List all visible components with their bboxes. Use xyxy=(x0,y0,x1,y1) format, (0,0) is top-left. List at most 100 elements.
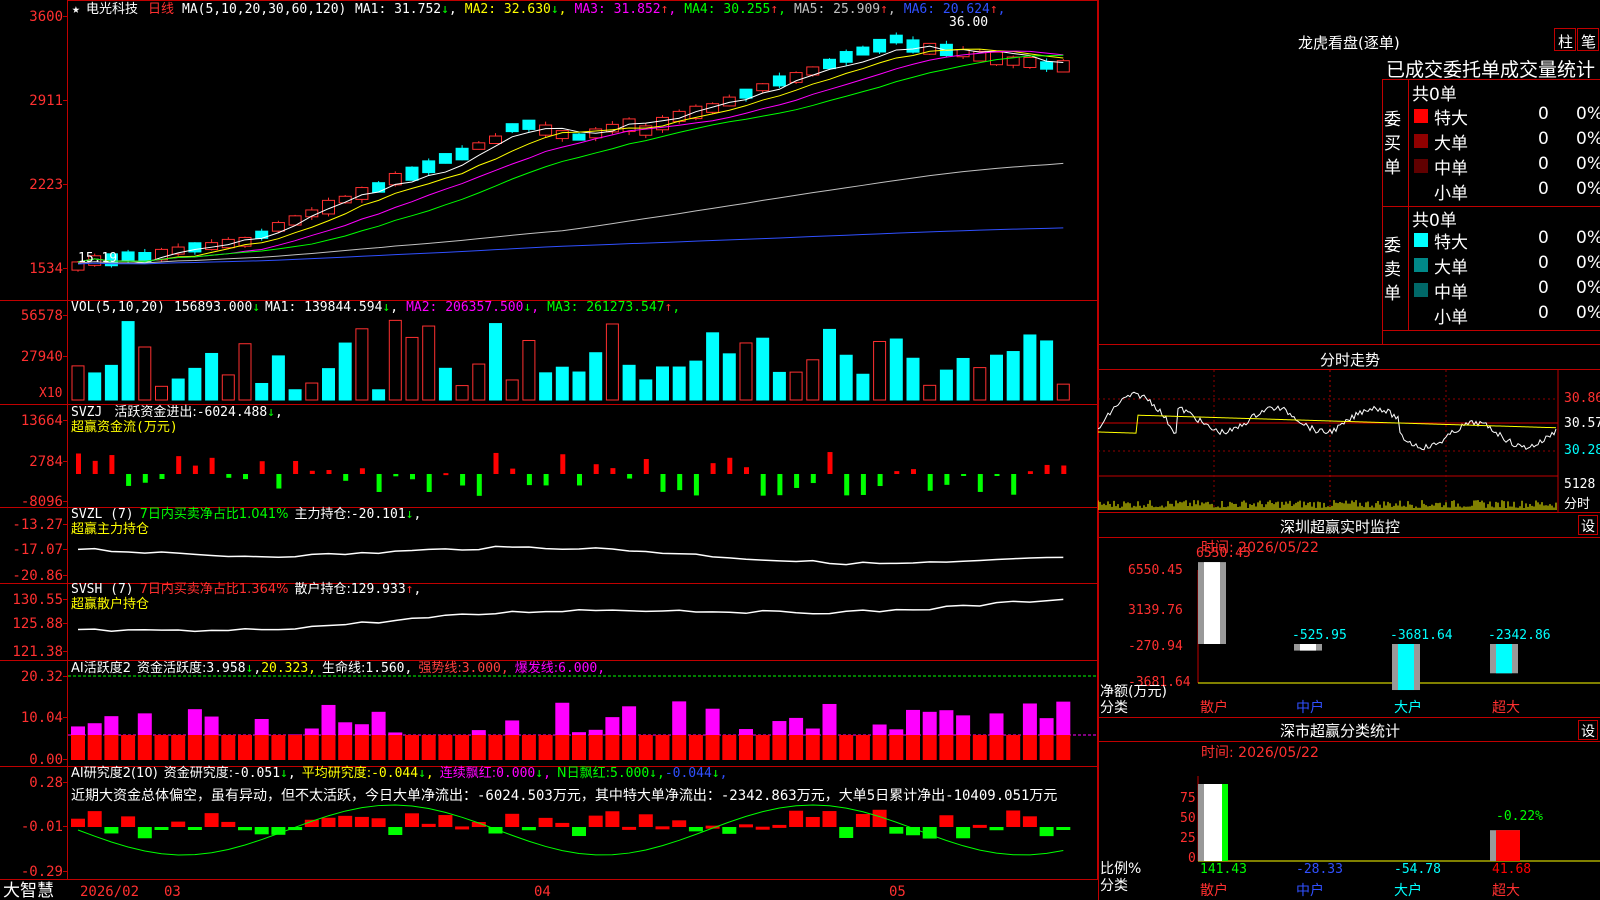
ma-line xyxy=(77,50,1064,263)
ai3-bars[interactable] xyxy=(71,804,1071,856)
flow-bar xyxy=(677,474,683,491)
flow-bar xyxy=(1061,465,1067,474)
volume-bars[interactable] xyxy=(71,319,1070,401)
down-candle xyxy=(823,58,836,70)
research-bar xyxy=(171,821,186,827)
activity-bar xyxy=(171,735,186,760)
flow-bar xyxy=(794,474,800,488)
svg-text:超赢资金流(万元): 超赢资金流(万元) xyxy=(71,419,178,435)
activity-bar xyxy=(187,735,202,760)
research-bar xyxy=(121,816,136,827)
activity-bar xyxy=(71,735,85,760)
volume-bar xyxy=(188,367,202,401)
classify-settings-button[interactable]: 设 xyxy=(1581,721,1595,741)
order-pct: 0% xyxy=(1576,104,1600,124)
flow-bar xyxy=(443,473,449,476)
monitor-settings-button[interactable]: 设 xyxy=(1581,516,1595,536)
stats-tab[interactable]: 已成交委托单成交量统计 xyxy=(1386,55,1595,82)
research-bar xyxy=(739,824,753,828)
research-bar xyxy=(989,827,1004,831)
activity-bar xyxy=(304,735,319,760)
down-candle xyxy=(739,88,753,99)
research-bar xyxy=(972,824,987,828)
up-candle xyxy=(1023,56,1037,68)
svzj-bars[interactable] xyxy=(76,452,1067,496)
down-candle xyxy=(455,147,469,161)
activity-bar xyxy=(238,735,252,760)
research-bar xyxy=(371,818,386,827)
chart-panel[interactable]: 3600 2911 2223 1534 56578 27940 13664 2784 -8096… xyxy=(0,0,1098,900)
activity-bar-top xyxy=(872,724,887,735)
axis-tick: 56578 xyxy=(21,308,63,324)
volume-bar xyxy=(806,359,820,401)
tick-view-button[interactable]: 笔 xyxy=(1579,31,1598,52)
ai2-bars[interactable] xyxy=(68,675,1098,760)
activity-bar xyxy=(688,735,703,760)
flow-bar xyxy=(176,456,182,474)
order-size-label: 小单 xyxy=(1434,308,1468,328)
activity-bar xyxy=(805,735,820,760)
axis-tick: 0.28 xyxy=(29,775,63,791)
volume-bar xyxy=(706,332,720,401)
axis-tick: 1534 xyxy=(29,261,63,277)
down-candle xyxy=(839,51,853,63)
svg-text:SVZL (7)7日内买卖净占比1.041%主力持仓:-20: SVZL (7) 7日内买卖净占比1.041% 主力持仓:-20.101↓, xyxy=(71,506,421,522)
analysis-comment: 近期大资金总体偏空，虽有异动，但不太活跃，今日大单净流出：-6024.503万元… xyxy=(71,788,1057,804)
activity-bar xyxy=(137,735,152,760)
candlesticks[interactable] xyxy=(71,32,1070,272)
flow-bar xyxy=(393,474,399,477)
research-bar xyxy=(154,827,169,830)
order-pct: 0% xyxy=(1576,303,1600,323)
svzl-line xyxy=(77,545,1064,566)
order-size-label: 中单 xyxy=(1434,159,1468,179)
volume-bar xyxy=(1040,340,1054,401)
order-row: 小单 0 0% xyxy=(1408,303,1600,328)
up-candle xyxy=(756,83,770,92)
volume-bar xyxy=(121,321,135,401)
classify-time: 时间: 2026/05/22 xyxy=(1201,745,1319,761)
activity-bar-top xyxy=(87,723,102,735)
category-label: 散户 xyxy=(1200,700,1228,716)
activity-bar-top xyxy=(789,717,804,735)
svg-text:03: 03 xyxy=(164,884,181,900)
flow-bar xyxy=(911,469,916,474)
column-view-button[interactable]: 柱 xyxy=(1556,31,1575,52)
up-candle xyxy=(472,142,486,150)
activity-bar-top xyxy=(939,710,954,735)
activity-bar-top xyxy=(371,711,386,735)
axis-labels: 3600 2911 2223 1534 56578 27940 13664 2784 -8096… xyxy=(12,9,68,880)
ma-lines xyxy=(77,45,1064,265)
flow-bar xyxy=(259,461,265,474)
flow-bar xyxy=(326,470,332,474)
activity-bar xyxy=(1056,735,1071,760)
volume-bar xyxy=(722,353,736,401)
flow-bar xyxy=(627,474,633,479)
activity-bar-top xyxy=(71,726,85,735)
axis-tick: -17.07 xyxy=(12,542,63,558)
activity-bar xyxy=(471,735,486,760)
svg-text:超赢主力持仓: 超赢主力持仓 xyxy=(71,521,149,537)
activity-bar-top xyxy=(989,713,1004,735)
activity-bar-top xyxy=(605,717,620,735)
color-swatch xyxy=(1414,109,1428,123)
axis-tick: 2784 xyxy=(29,454,63,470)
activity-bar xyxy=(839,735,854,760)
category-label: 中户 xyxy=(1296,700,1324,716)
volume-bar xyxy=(1023,334,1037,401)
research-bar xyxy=(722,827,737,834)
activity-bar xyxy=(1039,735,1054,760)
down-candle xyxy=(505,123,519,133)
activity-bar xyxy=(421,735,436,760)
activity-bar xyxy=(438,735,453,760)
order-pct: 0% xyxy=(1576,179,1600,199)
volume-bar xyxy=(656,366,669,401)
category-label: 中户 xyxy=(1296,883,1324,899)
activity-bar-top xyxy=(505,720,520,735)
svg-text:SVZJ活跃资金进出:-6024.488↓,: SVZJ 活跃资金进出:-6024.488↓, xyxy=(71,404,283,420)
flow-bar xyxy=(643,458,649,474)
activity-bar-top xyxy=(338,722,353,735)
volume-bar xyxy=(672,366,686,401)
research-bar xyxy=(538,817,553,827)
svg-text:AI研究度2(10)资金研究度:-0.051↓,平均研究度:: AI研究度2(10) 资金研究度:-0.051↓, 平均研究度:-0.044↓, 连续… xyxy=(71,765,727,781)
activity-bar-top xyxy=(805,728,820,735)
